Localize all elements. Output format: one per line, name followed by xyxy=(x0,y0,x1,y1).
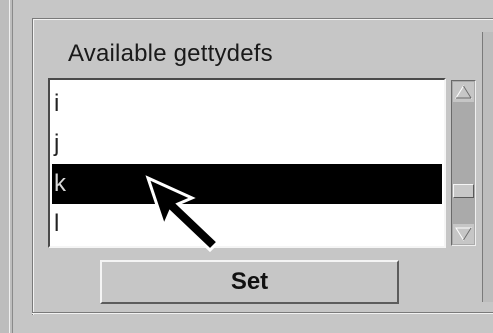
scroll-thumb[interactable] xyxy=(453,184,474,198)
list-item-i[interactable]: i xyxy=(52,84,442,124)
listbox-scrollbar[interactable] xyxy=(451,80,476,246)
window-left-edge xyxy=(0,0,13,333)
scroll-up-arrow-icon[interactable] xyxy=(453,82,474,102)
group-title: Available gettydefs xyxy=(68,40,273,67)
gettydefs-dialog: Available gettydefs i j k l Set xyxy=(0,0,493,333)
set-button[interactable]: Set xyxy=(100,260,399,304)
list-item-j[interactable]: j xyxy=(52,124,442,164)
scroll-down-arrow-icon[interactable] xyxy=(453,224,474,244)
list-items: i j k l xyxy=(52,84,442,244)
group-bottom-divider xyxy=(32,312,493,313)
list-item-k[interactable]: k xyxy=(52,164,442,204)
list-item-l[interactable]: l xyxy=(52,204,442,244)
gettydefs-listbox[interactable]: i j k l xyxy=(48,78,446,248)
window-right-edge xyxy=(482,32,493,302)
